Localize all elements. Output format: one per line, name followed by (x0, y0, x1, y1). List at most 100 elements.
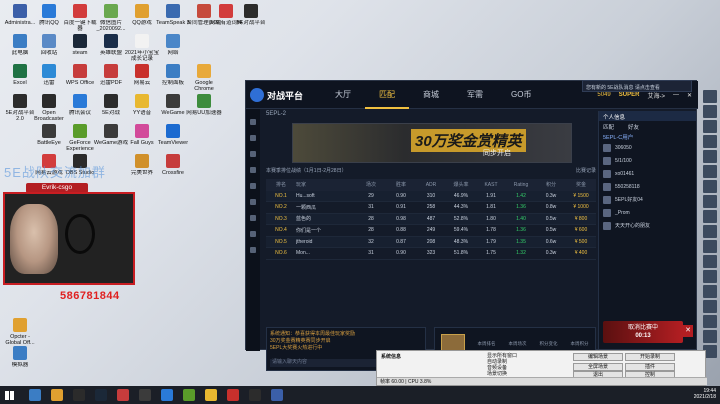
start-button[interactable] (0, 386, 18, 404)
clock[interactable]: 19:44 2021/2/18 (694, 388, 716, 400)
friend-item[interactable]: 5/1/100 (599, 154, 696, 167)
app-icon[interactable] (703, 285, 717, 298)
avatar-icon (603, 221, 611, 230)
taskbar-app-icon[interactable] (29, 389, 41, 401)
desktop-icon[interactable]: Crossfire (155, 154, 191, 182)
promo-banner[interactable]: 30万奖金赏精英 同步开启 (292, 123, 572, 163)
app-icon[interactable] (703, 90, 717, 103)
tool-button[interactable]: 开始录制 (625, 353, 675, 361)
taskbar-app-icon[interactable] (139, 389, 151, 401)
table-row[interactable]: NO.5 jtheroid 32 0.87 208 48.3% 1.79 1.35 0.6w ¥ … (266, 236, 596, 248)
table-cell: 1.40 (516, 215, 526, 222)
desktop-icon[interactable]: 网易UU加速器 (186, 94, 222, 122)
app-logo[interactable]: 对战平台 (250, 86, 306, 104)
tool-button[interactable]: 编辑场景 (573, 353, 623, 361)
desktop-icon[interactable]: 网络 (155, 34, 191, 62)
rank-badge[interactable]: SUPER (619, 92, 640, 98)
table-cell: NO.5 (275, 238, 287, 245)
table-row[interactable]: NO.2 一颗西瓜 31 0.91 258 44.3% 1.81 1.36 0.8w ¥ 1000 (266, 202, 596, 214)
stats-icon[interactable] (250, 151, 256, 157)
home-icon[interactable] (250, 119, 256, 125)
tool-button[interactable]: 插件 (625, 363, 675, 371)
close-icon[interactable]: ✕ (687, 92, 692, 99)
tab-friends[interactable]: 好友 (628, 123, 639, 131)
app-icon[interactable] (703, 165, 717, 178)
headphones (65, 214, 95, 254)
app-icon[interactable] (703, 210, 717, 223)
friend-item[interactable]: 天天开心的朋友 (599, 219, 696, 232)
table-cell: 28 (368, 215, 374, 222)
table-row[interactable]: NO.1 Hu...soft 29 0.90 310 46.9% 1.91 1.42 0.3w ¥… (266, 190, 596, 202)
taskbar-app-icon[interactable] (117, 389, 129, 401)
friend-name: xo01461 (615, 170, 635, 177)
friend-item[interactable]: 306050 (599, 141, 696, 154)
match-icon[interactable] (250, 135, 256, 141)
settings-icon[interactable] (250, 247, 256, 253)
video-icon[interactable] (250, 199, 256, 205)
app-icon[interactable] (703, 300, 717, 313)
taskbar-app-icon[interactable] (51, 389, 63, 401)
panel-header[interactable]: 个人信息 (599, 111, 696, 121)
desktop-icon[interactable]: Google Chrome (186, 64, 222, 92)
desktop-icon[interactable]: Opcter - Global Off... (2, 318, 38, 346)
taskbar-app-icon[interactable] (271, 389, 283, 401)
table-row[interactable]: NO.6 Mon... 31 0.90 323 51.8% 1.75 1.32 0.3w ¥ 40… (266, 248, 596, 260)
panel-group[interactable]: 5EPL-C用户 (599, 131, 696, 141)
taskbar-app-icon[interactable] (73, 389, 85, 401)
cancel-match-button[interactable]: 取消比赛中 00:13 (603, 321, 683, 343)
taskbar-app-icon[interactable] (161, 389, 173, 401)
table-cell: 0.88 (396, 227, 406, 234)
desktop-icon[interactable]: TeamViewer (155, 124, 191, 152)
nav-tab[interactable]: 匹配 (365, 81, 409, 109)
taskbar-app-icon[interactable] (249, 389, 261, 401)
blog-icon[interactable] (250, 231, 256, 237)
desktop-icon[interactable]: 5E对战平台 (233, 4, 269, 32)
desktop-icon[interactable]: 模拟器 (2, 346, 38, 374)
table-cell: ¥ 600 (574, 227, 588, 234)
nav-tab[interactable]: 军需 (453, 81, 497, 109)
table-row[interactable]: NO.4 你们是一个 28 0.88 249 59.4% 1.78 1.36 0.5w ¥ 600 (266, 225, 596, 237)
app-icon[interactable] (703, 105, 717, 118)
app-icon[interactable] (703, 180, 717, 193)
friend-item[interactable]: 5EPL好友04 (599, 193, 696, 206)
desktop-icon-label: Google Chrome (194, 80, 214, 92)
taskbar-app-icon[interactable] (95, 389, 107, 401)
minimize-icon[interactable]: — (673, 92, 679, 98)
app-icon[interactable] (703, 270, 717, 283)
taskbar-app-icon[interactable] (205, 389, 217, 401)
app-icon (73, 124, 87, 138)
obs-tool-window[interactable]: 系统信息 显示所有窗口 自动录制 音频设备 场景切换 编辑场景 开始录制 全屏场景 插… (376, 350, 707, 386)
table-cell: 0.5w (545, 227, 557, 234)
sub-tab[interactable]: 5EPL-2 (262, 111, 596, 123)
nav-tab[interactable]: 大厅 (321, 81, 365, 109)
esports-platform-window[interactable]: 对战平台 大厅 匹配 商城 军需 GO币 5049 SUPER 艾海-> — ✕ 5EP… (245, 80, 698, 371)
table-row[interactable]: NO.3 蓝色的 28 0.98 487 52.8% 1.80 1.40 0.5w ¥ 800 (266, 213, 596, 225)
nav-tab[interactable]: GO币 (497, 81, 545, 109)
app-icon[interactable] (703, 315, 717, 328)
friend-item[interactable]: _Prom (599, 206, 696, 219)
app-icon[interactable] (703, 255, 717, 268)
nav-tab[interactable]: 商城 (409, 81, 453, 109)
taskbar-app-icon[interactable] (227, 389, 239, 401)
team-icon[interactable] (250, 167, 256, 173)
app-icon[interactable] (703, 330, 717, 343)
fire-icon[interactable] (250, 215, 256, 221)
chat-input[interactable]: 请输入聊天内容 (270, 359, 380, 367)
tab-match[interactable]: 匹配 (603, 123, 614, 131)
match-close-icon[interactable]: ✕ (683, 325, 693, 337)
app-icon[interactable] (703, 120, 717, 133)
app-icon[interactable] (703, 240, 717, 253)
app-icon[interactable] (703, 150, 717, 163)
taskbar-app-icon[interactable] (183, 389, 195, 401)
column-header: KAST (484, 181, 498, 188)
table-cell: 487 (426, 215, 436, 222)
app-icon[interactable] (703, 195, 717, 208)
leaderboard-table: 排名 玩家 场次 胜率 ADR 爆头率 KAST Rating 积分 奖金 NO.1 Hu...so… (266, 179, 596, 260)
notification-popup[interactable]: 您有新的 5E战队消息 请点击查看 (582, 80, 692, 92)
app-icon[interactable] (703, 225, 717, 238)
app-icon[interactable] (703, 135, 717, 148)
friend-item[interactable]: xo01461 (599, 167, 696, 180)
shop-icon[interactable] (250, 183, 256, 189)
friend-item[interactable]: 550258118 (599, 180, 696, 193)
tool-button[interactable]: 全屏场景 (573, 363, 623, 371)
